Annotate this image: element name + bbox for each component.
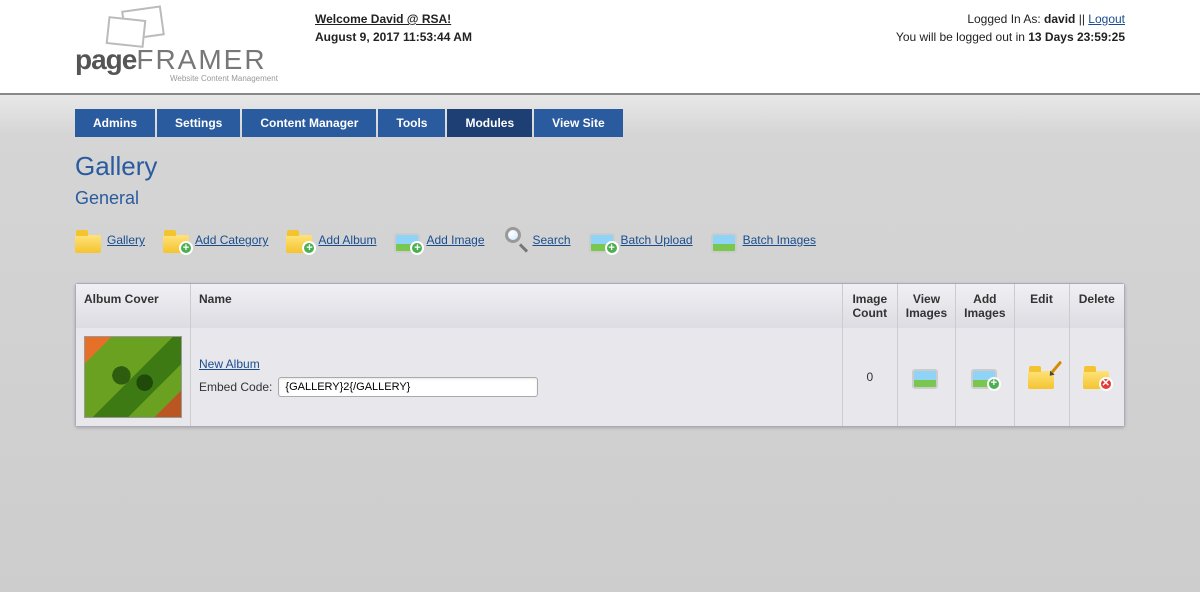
- folder-icon: [75, 227, 103, 253]
- cell-view-images: [897, 328, 955, 426]
- page-subtitle: General: [75, 188, 1200, 209]
- th-album-cover: Album Cover: [76, 284, 191, 328]
- view-images-button[interactable]: [912, 363, 940, 389]
- embed-label: Embed Code:: [199, 380, 272, 394]
- action-add-image-link[interactable]: Add Image: [426, 233, 484, 247]
- welcome-link[interactable]: Welcome David @ RSA!: [315, 12, 451, 26]
- add-images-button[interactable]: +: [971, 363, 999, 389]
- action-bar: Gallery + Add Category + Add Album + Add…: [75, 227, 1200, 253]
- main-nav: Admins Settings Content Manager Tools Mo…: [75, 109, 1200, 137]
- delete-badge-icon: ✕: [1099, 377, 1113, 391]
- edit-button[interactable]: [1028, 363, 1056, 389]
- delete-button[interactable]: ✕: [1083, 363, 1111, 389]
- action-add-category-link[interactable]: Add Category: [195, 233, 268, 247]
- album-cover-thumbnail[interactable]: [84, 336, 182, 418]
- tab-view-site[interactable]: View Site: [534, 109, 622, 137]
- picture-plus-icon: +: [589, 227, 617, 253]
- timeout-label: You will be logged out in: [896, 30, 1028, 44]
- action-batch-images-link[interactable]: Batch Images: [743, 233, 816, 247]
- logged-in-label: Logged In As:: [967, 12, 1044, 26]
- cell-add-images: +: [956, 328, 1014, 426]
- cell-name: New Album Embed Code:: [191, 328, 843, 426]
- logo[interactable]: pageFRAMER Website Content Management: [75, 8, 295, 88]
- action-gallery[interactable]: Gallery: [75, 227, 145, 253]
- picture-icon: [912, 369, 938, 389]
- picture-plus-icon: +: [394, 227, 422, 253]
- th-add-images: Add Images: [956, 284, 1014, 328]
- plus-badge-icon: +: [987, 377, 1001, 391]
- th-edit: Edit: [1014, 284, 1069, 328]
- th-view-images: View Images: [897, 284, 955, 328]
- th-delete: Delete: [1069, 284, 1124, 328]
- folder-plus-icon: +: [163, 227, 191, 253]
- album-name-link[interactable]: New Album: [199, 357, 260, 371]
- header-datetime: August 9, 2017 11:53:44 AM: [315, 30, 896, 44]
- tab-content-manager[interactable]: Content Manager: [242, 109, 376, 137]
- action-add-category[interactable]: + Add Category: [163, 227, 268, 253]
- action-gallery-link[interactable]: Gallery: [107, 233, 145, 247]
- pencil-icon: [1050, 360, 1061, 373]
- cell-cover: [76, 328, 191, 426]
- album-table: Album Cover Name Image Count View Images…: [75, 283, 1125, 427]
- action-batch-images[interactable]: Batch Images: [711, 227, 816, 253]
- action-add-image[interactable]: + Add Image: [394, 227, 484, 253]
- logo-text-2: FRAMER: [136, 44, 266, 75]
- embed-code-input[interactable]: [278, 377, 538, 397]
- action-search[interactable]: Search: [503, 227, 571, 253]
- search-icon: [503, 227, 529, 253]
- tab-admins[interactable]: Admins: [75, 109, 155, 137]
- picture-icon: [711, 227, 739, 253]
- session-block: Logged In As: david || Logout You will b…: [896, 8, 1125, 44]
- logo-text-1: page: [75, 44, 136, 75]
- tab-modules[interactable]: Modules: [447, 109, 532, 137]
- username: david: [1044, 12, 1075, 26]
- cell-image-count: 0: [842, 328, 897, 426]
- th-name: Name: [191, 284, 843, 328]
- action-search-link[interactable]: Search: [533, 233, 571, 247]
- timeout-value: 13 Days 23:59:25: [1028, 30, 1125, 44]
- table-header-row: Album Cover Name Image Count View Images…: [76, 284, 1124, 328]
- page-title: Gallery: [75, 151, 1200, 182]
- action-batch-upload[interactable]: + Batch Upload: [589, 227, 693, 253]
- tab-settings[interactable]: Settings: [157, 109, 240, 137]
- header-bar: pageFRAMER Website Content Management We…: [0, 0, 1200, 95]
- cell-edit: [1014, 328, 1069, 426]
- action-batch-upload-link[interactable]: Batch Upload: [621, 233, 693, 247]
- tab-tools[interactable]: Tools: [378, 109, 445, 137]
- welcome-block: Welcome David @ RSA! August 9, 2017 11:5…: [315, 8, 896, 44]
- th-image-count: Image Count: [842, 284, 897, 328]
- cell-delete: ✕: [1069, 328, 1124, 426]
- action-add-album[interactable]: + Add Album: [286, 227, 376, 253]
- action-add-album-link[interactable]: Add Album: [318, 233, 376, 247]
- table-row: New Album Embed Code: 0 +: [76, 328, 1124, 426]
- folder-plus-icon: +: [286, 227, 314, 253]
- logo-subtext: Website Content Management: [170, 74, 278, 83]
- logout-link[interactable]: Logout: [1088, 12, 1125, 26]
